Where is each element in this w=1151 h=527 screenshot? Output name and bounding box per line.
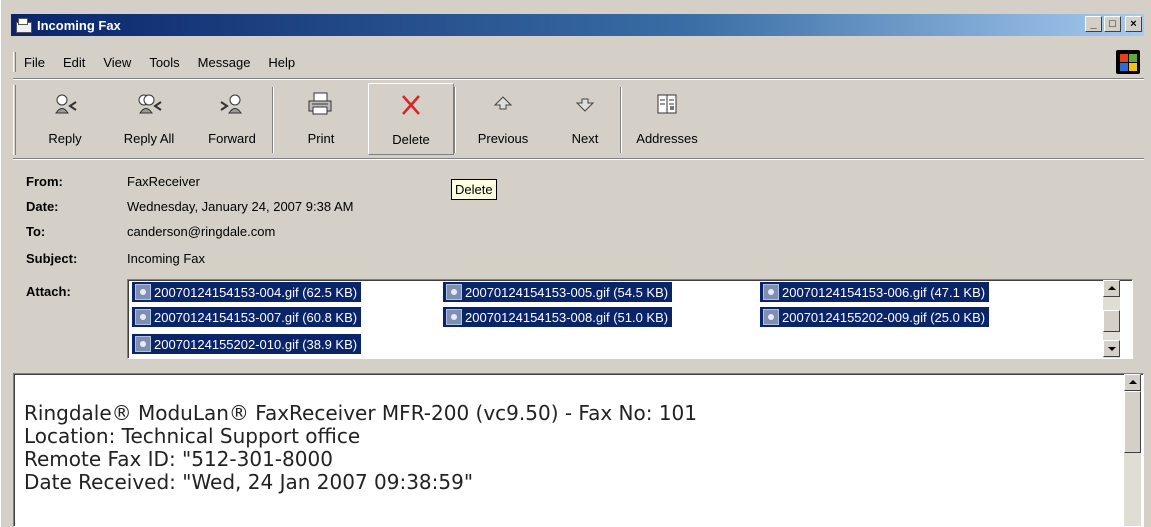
next-button[interactable]: Next [550, 83, 620, 155]
toolbar-grip[interactable] [13, 85, 16, 155]
message-text: Ringdale® ModuLan® FaxReceiver MFR-200 (… [24, 402, 697, 494]
attachment-item[interactable]: 20070124154153-007.gif (60.8 KB) [132, 307, 362, 327]
menu-view[interactable]: View [103, 55, 131, 70]
delete-button[interactable]: Delete [368, 83, 454, 155]
toolbar: Reply Reply All Forward Print Delete Pre… [13, 83, 1144, 157]
title-bar[interactable]: Incoming Fax _ □ × [11, 14, 1144, 36]
reply-button[interactable]: Reply [24, 83, 106, 155]
printer-icon [307, 87, 335, 121]
attachment-item[interactable]: 20070124155202-010.gif (38.9 KB) [132, 334, 362, 354]
forward-button[interactable]: Forward [192, 83, 272, 155]
maximize-button[interactable]: □ [1104, 16, 1121, 32]
up-arrow-icon [492, 87, 514, 121]
attachment-item[interactable]: 20070124154153-004.gif (62.5 KB) [132, 282, 362, 302]
down-arrow-icon [574, 87, 596, 121]
image-file-icon [135, 284, 151, 300]
date-value: Wednesday, January 24, 2007 9:38 AM [127, 199, 354, 214]
attachments-list[interactable]: 20070124154153-004.gif (62.5 KB) 2007012… [127, 279, 1133, 359]
image-file-icon [763, 309, 779, 325]
attachment-item[interactable]: 20070124154153-008.gif (51.0 KB) [443, 307, 673, 327]
attachment-item[interactable]: 20070124154153-006.gif (47.1 KB) [760, 282, 990, 302]
toolbar-separator-bottom [13, 158, 1144, 160]
delete-tooltip: Delete [451, 179, 497, 200]
menu-separator [13, 78, 1144, 80]
body-line: Date Received: "Wed, 24 Jan 2007 09:38:5… [24, 470, 474, 494]
reply-all-icon [135, 87, 163, 121]
subject-value: Incoming Fax [127, 251, 206, 266]
from-value: FaxReceiver [127, 174, 200, 189]
reply-icon [52, 87, 78, 121]
body-line: Ringdale® ModuLan® FaxReceiver MFR-200 (… [24, 401, 698, 425]
outlook-message-window: Incoming Fax _ □ × File Edit View Tools … [0, 0, 1151, 527]
window-controls: _ □ × [1085, 16, 1142, 32]
menu-file[interactable]: File [24, 55, 45, 70]
close-button[interactable]: × [1125, 16, 1142, 32]
date-label: Date: [26, 199, 59, 214]
attachment-item[interactable]: 20070124155202-009.gif (25.0 KB) [760, 307, 990, 327]
fax-icon [15, 18, 32, 33]
image-file-icon [763, 284, 779, 300]
delete-x-icon [399, 88, 423, 122]
subject-label: Subject: [26, 251, 78, 266]
image-file-icon [135, 309, 151, 325]
message-scrollbar[interactable] [1124, 374, 1141, 526]
windows-logo-icon [1116, 50, 1140, 74]
attachments-scrollbar[interactable] [1103, 280, 1120, 358]
window-title: Incoming Fax [37, 17, 121, 33]
to-value: canderson@ringdale.com [127, 224, 276, 239]
previous-button[interactable]: Previous [456, 83, 550, 155]
menu-edit[interactable]: Edit [63, 55, 85, 70]
attach-label: Attach: [26, 284, 71, 299]
scroll-up-button[interactable] [1124, 374, 1141, 391]
image-file-icon [446, 309, 462, 325]
to-label: To: [26, 224, 46, 239]
attachment-item[interactable]: 20070124154153-005.gif (54.5 KB) [443, 282, 673, 302]
image-file-icon [135, 336, 151, 352]
scroll-up-button[interactable] [1103, 280, 1120, 297]
forward-icon [219, 87, 245, 121]
from-label: From: [26, 174, 63, 189]
print-button[interactable]: Print [274, 83, 368, 155]
scroll-thumb[interactable] [1103, 310, 1120, 332]
body-line: Location: Technical Support office [24, 424, 361, 448]
body-line: Remote Fax ID: "512-301-8000 [24, 447, 333, 471]
reply-all-button[interactable]: Reply All [106, 83, 192, 155]
image-file-icon [446, 284, 462, 300]
scroll-down-button[interactable] [1103, 340, 1120, 357]
minimize-button[interactable]: _ [1085, 16, 1102, 32]
menu-tools[interactable]: Tools [149, 55, 179, 70]
message-body[interactable]: Ringdale® ModuLan® FaxReceiver MFR-200 (… [13, 373, 1144, 527]
addresses-button[interactable]: Addresses [622, 83, 712, 155]
menu-bar: File Edit View Tools Message Help [13, 50, 1123, 74]
menu-message[interactable]: Message [198, 55, 251, 70]
scroll-thumb[interactable] [1124, 391, 1141, 453]
menu-help[interactable]: Help [268, 55, 295, 70]
address-book-icon [655, 87, 679, 121]
menu-grip[interactable] [13, 52, 16, 72]
